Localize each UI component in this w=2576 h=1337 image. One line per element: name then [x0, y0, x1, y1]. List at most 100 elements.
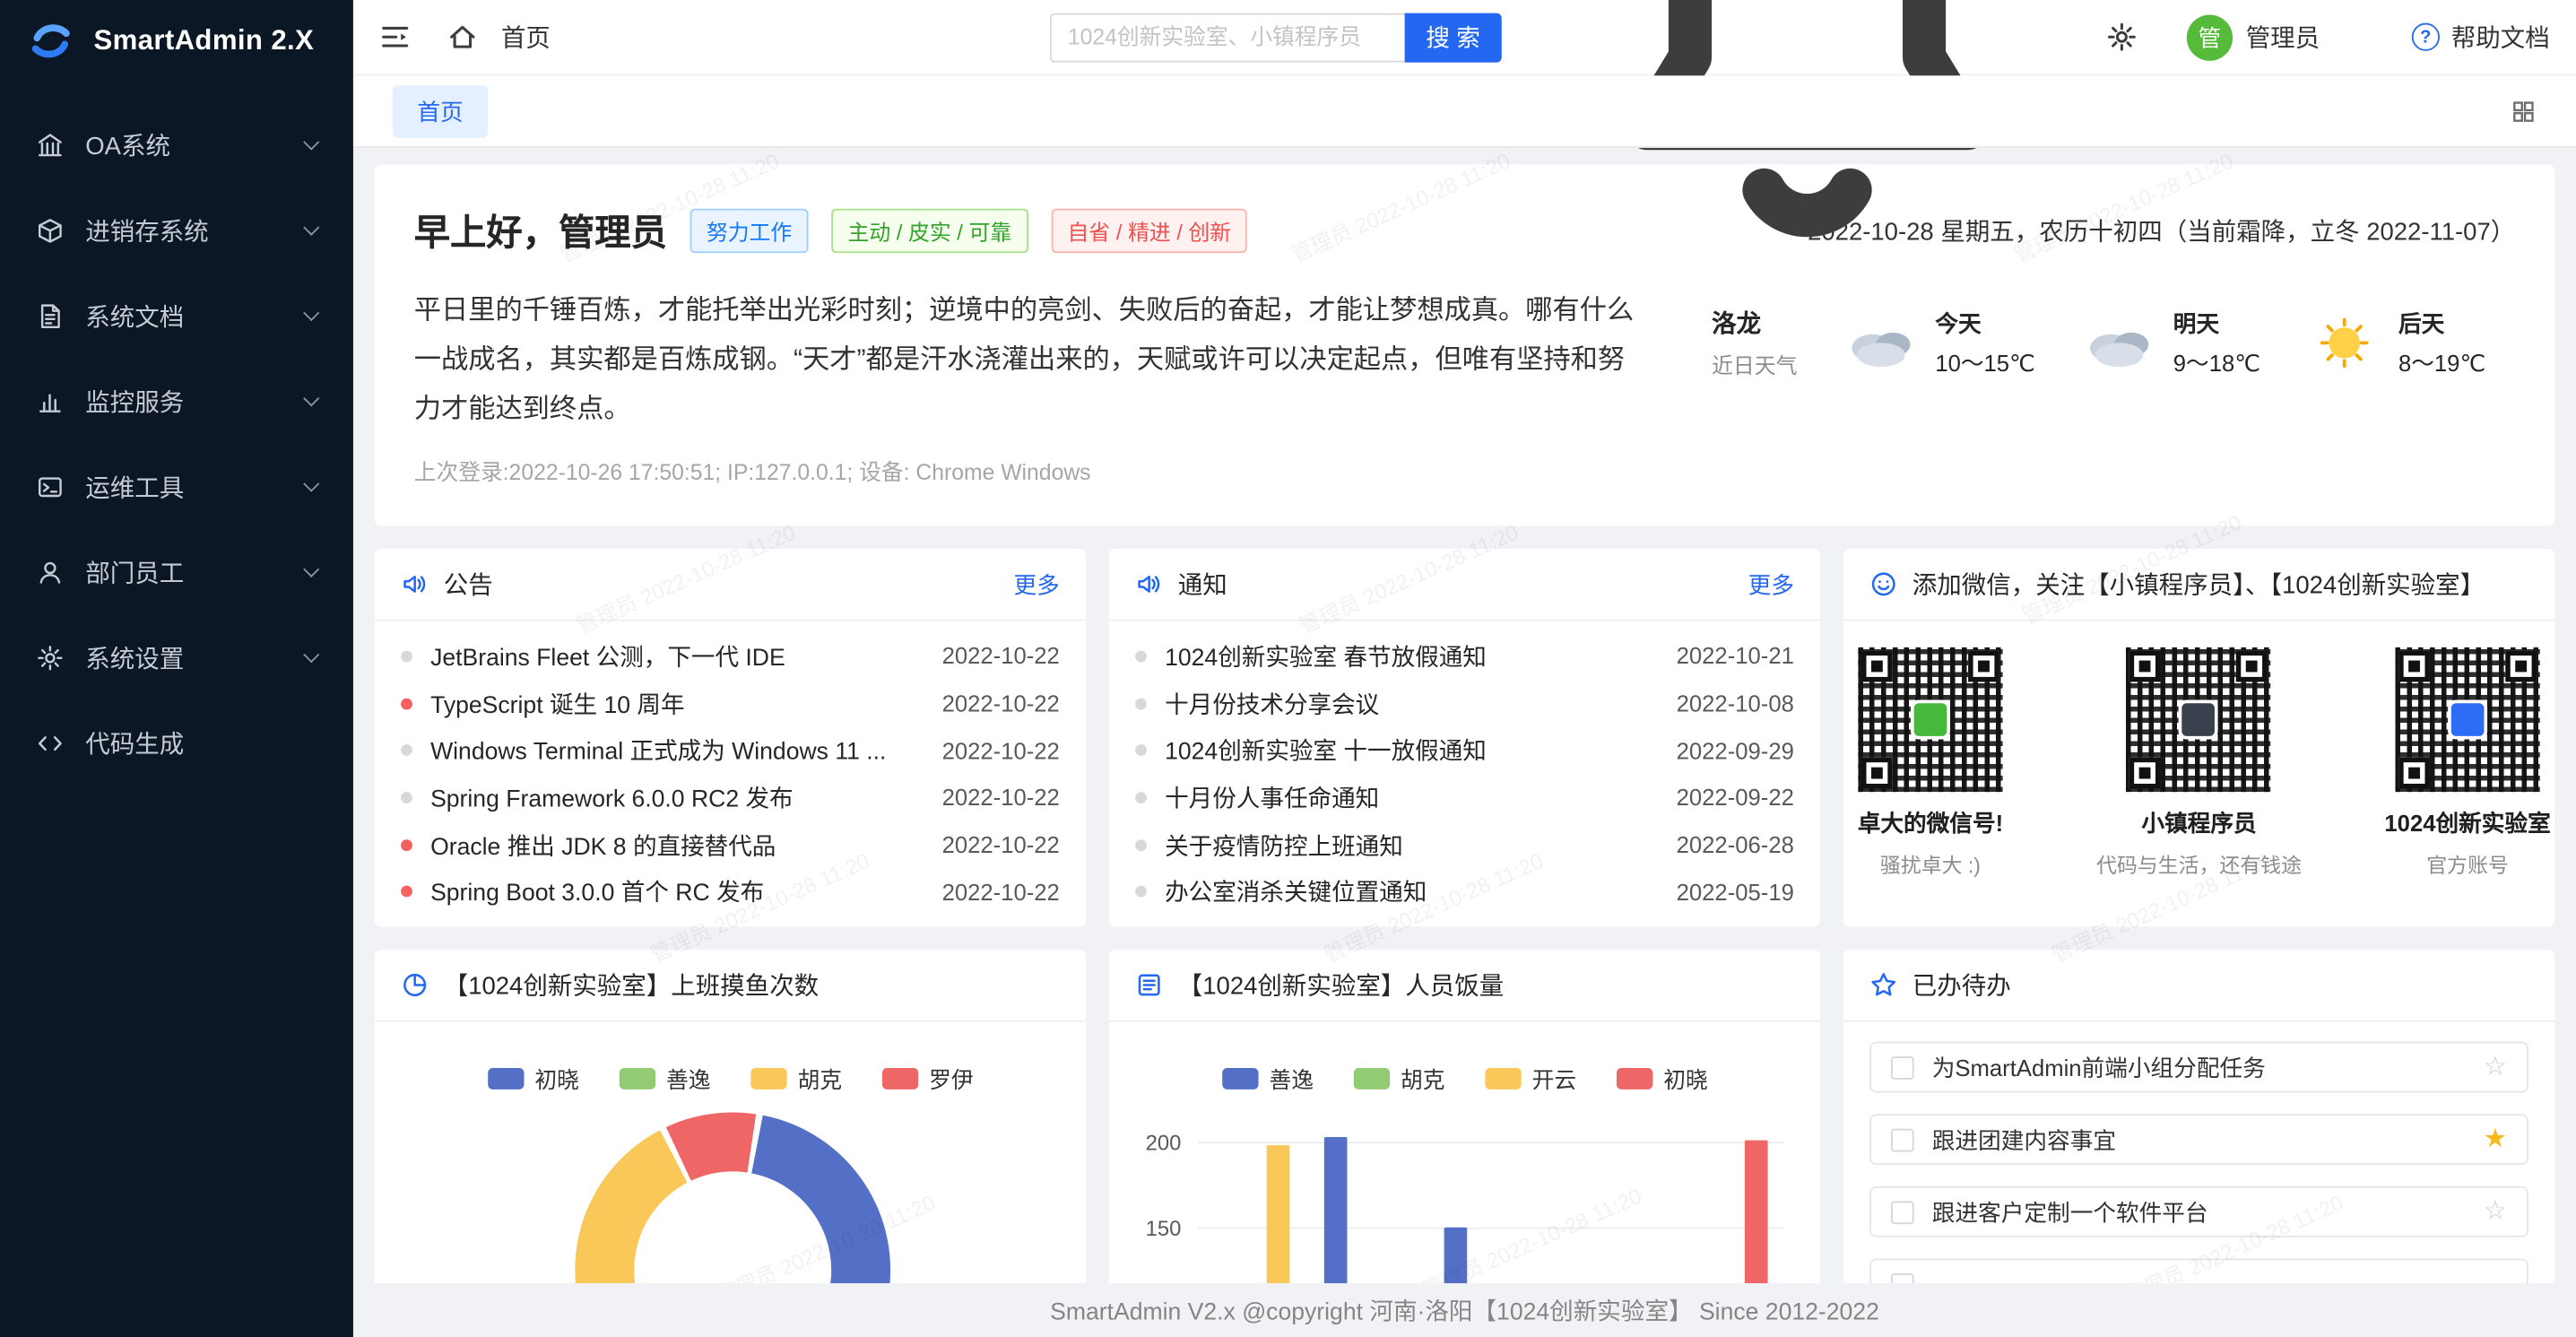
card-title: 公告	[444, 567, 493, 601]
chart-legend: 善逸 胡克 开云 初晓	[1109, 1022, 1820, 1095]
main-content: 早上好，管理员 努力工作 主动 / 皮实 / 可靠 自省 / 精进 / 创新 2…	[353, 148, 2576, 1337]
checkbox[interactable]	[1891, 1128, 1914, 1151]
chevron-down-icon	[303, 134, 319, 150]
announcement-item[interactable]: Windows Terminal 正式成为 Windows 11 ...2022…	[401, 727, 1060, 775]
search-input[interactable]	[1050, 13, 1405, 62]
announcement-item[interactable]: Oracle 推出 JDK 8 的直接替代品2022-10-22	[401, 821, 1060, 869]
legend-item[interactable]: 初晓	[1616, 1062, 1708, 1095]
sidebar-item-settings[interactable]: 系统设置	[0, 614, 353, 699]
star-toggle[interactable]: ☆	[2484, 1199, 2507, 1225]
question-circle-icon: ?	[2412, 23, 2440, 51]
notice-item[interactable]: 十月份人事任命通知2022-09-22	[1135, 774, 1794, 821]
checkbox[interactable]	[1891, 1055, 1914, 1079]
help-link[interactable]: ? 帮助文档	[2412, 20, 2550, 54]
topbar: 首页 搜 索 12 管 管理员 ? 帮助文档	[353, 0, 2576, 75]
sidebar-menu: OA系统 进销存系统 系统文档 监控服务 运维工具	[0, 82, 353, 786]
global-search: 搜 索	[1050, 13, 1502, 62]
sidebar-item-erp[interactable]: 进销存系统	[0, 187, 353, 273]
y-axis-tick: 150	[1115, 1216, 1181, 1240]
tab-home[interactable]: 首页	[393, 84, 488, 137]
sidebar-item-staff[interactable]: 部门员工	[0, 529, 353, 614]
announcement-item[interactable]: Spring Framework 6.0.0 RC2 发布2022-10-22	[401, 774, 1060, 821]
card-title: 通知	[1178, 567, 1227, 601]
notice-item[interactable]: 1024创新实验室 春节放假通知2022-10-21	[1135, 632, 1794, 680]
search-button[interactable]: 搜 索	[1405, 13, 1502, 62]
bell-icon	[1561, 258, 2054, 286]
legend-item[interactable]: 胡克	[1353, 1062, 1445, 1095]
announcements-card: 公告 更多 JetBrains Fleet 公测，下一代 IDE2022-10-…	[375, 549, 1086, 926]
qr-code-image	[2127, 647, 2271, 792]
star-toggle[interactable]: ★	[2484, 1126, 2507, 1152]
bullet-dot	[401, 839, 412, 851]
breadcrumb[interactable]: 首页	[501, 20, 551, 54]
todo-item[interactable]: 跟进客户定制一个软件平台 ☆	[1869, 1186, 2528, 1237]
user-menu[interactable]: 管 管理员	[2187, 14, 2320, 60]
card-title: 【1024创新实验室】人员饭量	[1178, 968, 1504, 1002]
footer-copyright: SmartAdmin V2.x @copyright 河南·洛阳【1024创新实…	[353, 1283, 2576, 1337]
legend-item[interactable]: 初晓	[487, 1062, 579, 1095]
bullet-dot	[1135, 650, 1147, 662]
sidebar-item-docs[interactable]: 系统文档	[0, 273, 353, 358]
app-title: SmartAdmin 2.X	[93, 24, 314, 57]
todo-item[interactable]: 跟进团建内容事宜 ★	[1869, 1114, 2528, 1165]
legend-item[interactable]: 胡克	[750, 1062, 842, 1095]
announcements-more-link[interactable]: 更多	[1014, 568, 1060, 601]
star-toggle[interactable]: ☆	[2484, 1054, 2507, 1080]
qr-code-image	[2395, 647, 2539, 792]
sun-icon	[2306, 317, 2381, 369]
tag-reliable: 主动 / 皮实 / 可靠	[831, 208, 1028, 252]
notice-item[interactable]: 办公室消杀关键位置通知2022-05-19	[1135, 868, 1794, 916]
home-icon[interactable]	[447, 22, 478, 53]
cloud-icon	[2081, 317, 2156, 369]
card-title: 已办待办	[1912, 968, 2011, 1002]
notices-more-link[interactable]: 更多	[1748, 568, 1794, 601]
sidebar-item-monitor[interactable]: 监控服务	[0, 358, 353, 443]
weather-day-after: 后天8～19℃	[2306, 307, 2485, 379]
todo-item[interactable]: 为SmartAdmin前端小组分配任务 ☆	[1869, 1042, 2528, 1093]
wechat-card: 添加微信，关注【小镇程序员】、【1024创新实验室】 卓大的微信号! 骚扰卓大 …	[1843, 549, 2554, 926]
chevron-down-icon	[303, 646, 319, 662]
welcome-card: 早上好，管理员 努力工作 主动 / 皮实 / 可靠 自省 / 精进 / 创新 2…	[375, 164, 2554, 525]
notice-item[interactable]: 1024创新实验室 十一放假通知2022-09-29	[1135, 727, 1794, 775]
motto-text: 平日里的千锤百炼，才能托举出光彩时刻；逆境中的亮剑、失败后的奋起，才能让梦想成真…	[414, 286, 1638, 434]
notice-item[interactable]: 关于疫情防控上班通知2022-06-28	[1135, 821, 1794, 869]
lab-logo-badge	[2448, 700, 2487, 740]
sidebar-item-oa[interactable]: OA系统	[0, 102, 353, 187]
notice-item[interactable]: 十月份技术分享会议2022-10-08	[1135, 680, 1794, 727]
qr-code-image	[1858, 647, 2002, 792]
building-icon	[36, 131, 64, 159]
legend-item[interactable]: 罗伊	[881, 1062, 974, 1095]
announcement-item[interactable]: TypeScript 诞生 10 周年2022-10-22	[401, 680, 1060, 727]
legend-item[interactable]: 开云	[1484, 1062, 1576, 1095]
legend-item[interactable]: 善逸	[619, 1062, 711, 1095]
announcement-item[interactable]: Spring Boot 3.0.0 首个 RC 发布2022-10-22	[401, 868, 1060, 916]
user-icon	[36, 558, 64, 586]
wechat-account: 小镇程序员 代码与生活，还有钱途	[2096, 647, 2302, 879]
chevron-down-icon	[303, 475, 319, 491]
megaphone-icon	[401, 570, 429, 598]
tag-work-hard: 努力工作	[690, 208, 809, 252]
gridline	[1198, 1142, 1784, 1143]
moyu-chart-card: 【1024创新实验室】上班摸鱼次数 初晓 善逸 胡克 罗伊	[375, 950, 1086, 1337]
chevron-down-icon	[303, 389, 319, 405]
checkbox[interactable]	[1891, 1200, 1914, 1223]
menu-fold-icon[interactable]	[379, 22, 411, 53]
sidebar-item-codegen[interactable]: 代码生成	[0, 700, 353, 786]
sidebar-item-ops[interactable]: 运维工具	[0, 444, 353, 529]
bullet-dot	[1135, 744, 1147, 756]
announcement-item[interactable]: JetBrains Fleet 公测，下一代 IDE2022-10-22	[401, 632, 1060, 680]
weather-city: 洛龙	[1712, 306, 1797, 340]
chart-legend: 初晓 善逸 胡克 罗伊	[375, 1022, 1086, 1095]
cloud-icon	[1843, 317, 1919, 369]
weather-day-tomorrow: 明天9～18℃	[2081, 307, 2260, 379]
bullet-dot	[1135, 698, 1147, 709]
legend-item[interactable]: 善逸	[1221, 1062, 1314, 1095]
gear-icon	[36, 643, 64, 671]
todo-card: 已办待办 为SmartAdmin前端小组分配任务 ☆ 跟进团建内容事宜 ★	[1843, 950, 2554, 1337]
bullet-dot	[401, 744, 412, 756]
card-title: 添加微信，关注【小镇程序员】、【1024创新实验室】	[1912, 567, 2485, 601]
settings-gear-icon[interactable]	[2106, 22, 2138, 53]
layout-grid-icon[interactable]	[2511, 98, 2537, 124]
logo-row[interactable]: SmartAdmin 2.X	[0, 0, 353, 82]
megaphone-icon	[1135, 570, 1163, 598]
